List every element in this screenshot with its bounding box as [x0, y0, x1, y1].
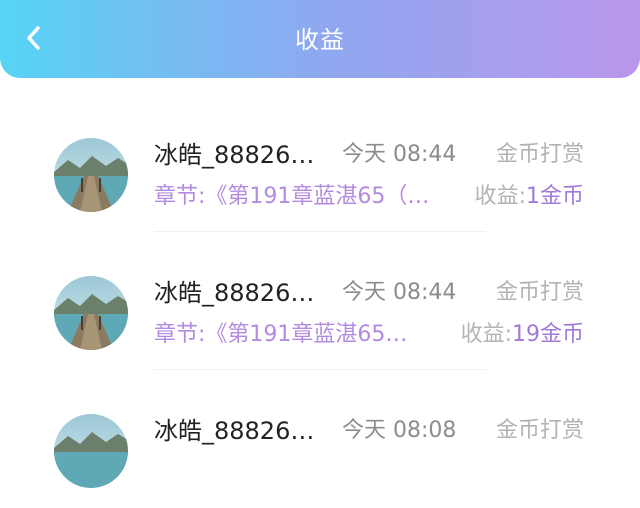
reward-type: 金币打赏 [495, 142, 584, 167]
income-label: 收益: [474, 184, 526, 209]
income-amount: 收益:1金币 [475, 182, 584, 212]
avatar-image [54, 138, 128, 212]
user-name: 冰皓_88826… [154, 141, 315, 169]
reward-type: 金币打赏 [495, 418, 584, 443]
chapter-link[interactable]: 章节:《第191章蓝湛65（… [154, 182, 456, 212]
income-value: 1金币 [526, 184, 584, 209]
reward-type: 金币打赏 [495, 280, 584, 305]
income-record[interactable]: 冰皓_88826… 今天 08:08 金币打赏 [0, 370, 640, 508]
app-header: 收益 [0, 0, 640, 78]
avatar[interactable] [54, 414, 128, 488]
page-title: 收益 [295, 26, 345, 54]
timestamp: 今天 08:44 [342, 142, 457, 167]
timestamp: 今天 08:44 [342, 280, 457, 305]
avatar-image [54, 276, 128, 350]
income-label: 收益: [460, 322, 512, 347]
chapter-link[interactable]: 章节:《第191章蓝湛65… [154, 320, 434, 350]
income-record[interactable]: 冰皓_88826… 今天 08:44 金币打赏 章节:《第191章蓝湛65（… … [0, 94, 640, 232]
user-name: 冰皓_88826… [154, 417, 315, 445]
avatar[interactable] [54, 138, 128, 212]
timestamp: 今天 08:08 [342, 418, 457, 443]
income-record[interactable]: 冰皓_88826… 今天 08:44 金币打赏 章节:《第191章蓝湛65… 收… [0, 232, 640, 370]
avatar-image [54, 414, 128, 488]
user-name: 冰皓_88826… [154, 279, 315, 307]
income-list: 冰皓_88826… 今天 08:44 金币打赏 章节:《第191章蓝湛65（… … [0, 94, 640, 508]
income-value: 19金币 [512, 322, 584, 347]
income-amount: 收益:19金币 [461, 320, 584, 350]
avatar[interactable] [54, 276, 128, 350]
